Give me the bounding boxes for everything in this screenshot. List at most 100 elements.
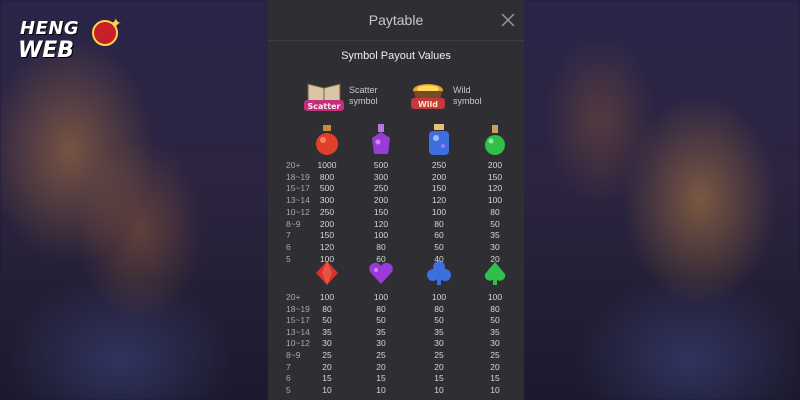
payout-cell: 80	[376, 241, 386, 252]
wild-badge-text: Wild	[418, 100, 438, 109]
payout-cell: 35	[434, 326, 444, 337]
payout-cell: 10	[376, 384, 386, 395]
row-count-label: 5	[286, 253, 291, 264]
payout-cell: 40	[434, 253, 444, 264]
wild-cauldron-icon: Wild	[406, 78, 450, 114]
payout-cell: 200	[373, 195, 389, 206]
payout-cell: 1000	[317, 160, 337, 170]
payout-cell: 500	[319, 183, 335, 194]
row-count-label: 18~19	[286, 171, 310, 182]
payout-cell: 200	[487, 160, 503, 170]
row-count-label: 20+	[286, 292, 301, 302]
payout-cell: 150	[487, 171, 503, 182]
payout-cell: 250	[319, 206, 335, 217]
logo-line2: WEB	[18, 38, 75, 63]
payout-cell: 25	[376, 350, 386, 360]
payout-cell: 100	[373, 292, 389, 302]
row-count-label: 10~12	[286, 206, 310, 217]
payout-cell: 250	[373, 183, 389, 194]
payout-cell: 30	[322, 338, 332, 349]
payout-cell: 10	[434, 384, 444, 395]
payout-cell: 120	[319, 241, 335, 252]
row-count-label: 6	[286, 241, 291, 252]
payout-cell: 300	[319, 195, 335, 206]
payout-cell: 25	[322, 350, 332, 360]
payout-cell: 80	[490, 206, 500, 217]
payout-cell: 100	[431, 206, 447, 217]
row-count-label: 20+	[286, 160, 301, 170]
payout-cell: 30	[376, 338, 386, 349]
payout-cell: 80	[322, 303, 332, 314]
row-count-label: 15~17	[286, 315, 310, 326]
row-count-label: 10~12	[286, 338, 310, 349]
payout-cell: 10	[490, 384, 500, 395]
payout-cell: 20	[490, 253, 500, 264]
green-potion-icon	[480, 122, 510, 158]
row-count-label: 8~9	[286, 350, 301, 360]
payout-cell: 10	[322, 384, 332, 395]
scatter-label-line2: symbol	[349, 96, 378, 106]
payout-cell: 20	[490, 361, 500, 372]
payout-cell: 20	[376, 361, 386, 372]
close-icon	[501, 13, 515, 27]
wild-label-line2: symbol	[453, 96, 482, 106]
row-count-label: 18~19	[286, 303, 310, 314]
payout-cell: 50	[490, 218, 500, 229]
payout-cell: 120	[487, 183, 503, 194]
payout-cell: 50	[322, 315, 332, 326]
payout-cell: 50	[434, 315, 444, 326]
payout-cell: 35	[376, 326, 386, 337]
close-button[interactable]	[500, 12, 516, 28]
payout-cell: 100	[373, 230, 389, 241]
wild-symbol-info: Wild Wild symbol	[406, 78, 482, 114]
payout-cell: 250	[431, 160, 447, 170]
payout-cell: 300	[373, 171, 389, 182]
payout-cell: 15	[490, 373, 500, 384]
payout-cell: 20	[434, 361, 444, 372]
scatter-symbol-info: Scatter Scatter symbol	[302, 78, 378, 114]
logo-spark-icon: ✦	[110, 16, 122, 32]
payout-cell: 60	[376, 253, 386, 264]
row-count-label: 7	[286, 361, 291, 372]
payout-cell: 100	[487, 195, 503, 206]
row-count-label: 8~9	[286, 218, 301, 229]
blue-potion-icon	[424, 122, 454, 158]
payout-cell: 100	[319, 292, 335, 302]
scatter-book-icon: Scatter	[302, 78, 346, 114]
payout-cell: 200	[431, 171, 447, 182]
red-potion-icon	[312, 122, 342, 158]
payout-cell: 80	[434, 218, 444, 229]
payout-cell: 100	[487, 292, 503, 302]
payout-cell: 35	[322, 326, 332, 337]
payout-cell: 150	[373, 206, 389, 217]
payout-cell: 25	[434, 350, 444, 360]
payout-cell: 30	[490, 241, 500, 252]
wild-label-line1: Wild	[453, 85, 471, 95]
panel-title: Paytable	[368, 12, 424, 28]
payout-cell: 15	[376, 373, 386, 384]
payout-cell: 15	[322, 373, 332, 384]
payout-cell: 60	[434, 230, 444, 241]
payout-cell: 80	[490, 303, 500, 314]
row-count-label: 13~14	[286, 326, 310, 337]
paytable-panel: Paytable Symbol Payout Values Scatter Sc…	[268, 0, 524, 400]
logo-line1: HENG	[20, 18, 80, 39]
payout-cell: 30	[434, 338, 444, 349]
payout-cell: 120	[431, 195, 447, 206]
row-count-label: 6	[286, 373, 291, 384]
payout-cell: 150	[431, 183, 447, 194]
site-logo: HENG ✦ WEB	[12, 12, 132, 64]
section-title: Symbol Payout Values	[341, 50, 451, 62]
row-count-label: 5	[286, 384, 291, 395]
payout-cell: 80	[376, 303, 386, 314]
payout-cell: 100	[319, 253, 335, 264]
payout-cell: 50	[490, 315, 500, 326]
payout-cell: 20	[322, 361, 332, 372]
payout-cell: 15	[434, 373, 444, 384]
payout-cell: 800	[319, 171, 335, 182]
payout-cell: 35	[490, 230, 500, 241]
payout-cell: 35	[490, 326, 500, 337]
purple-potion-icon	[366, 122, 396, 158]
payout-cell: 120	[373, 218, 389, 229]
payout-cell: 150	[319, 230, 335, 241]
